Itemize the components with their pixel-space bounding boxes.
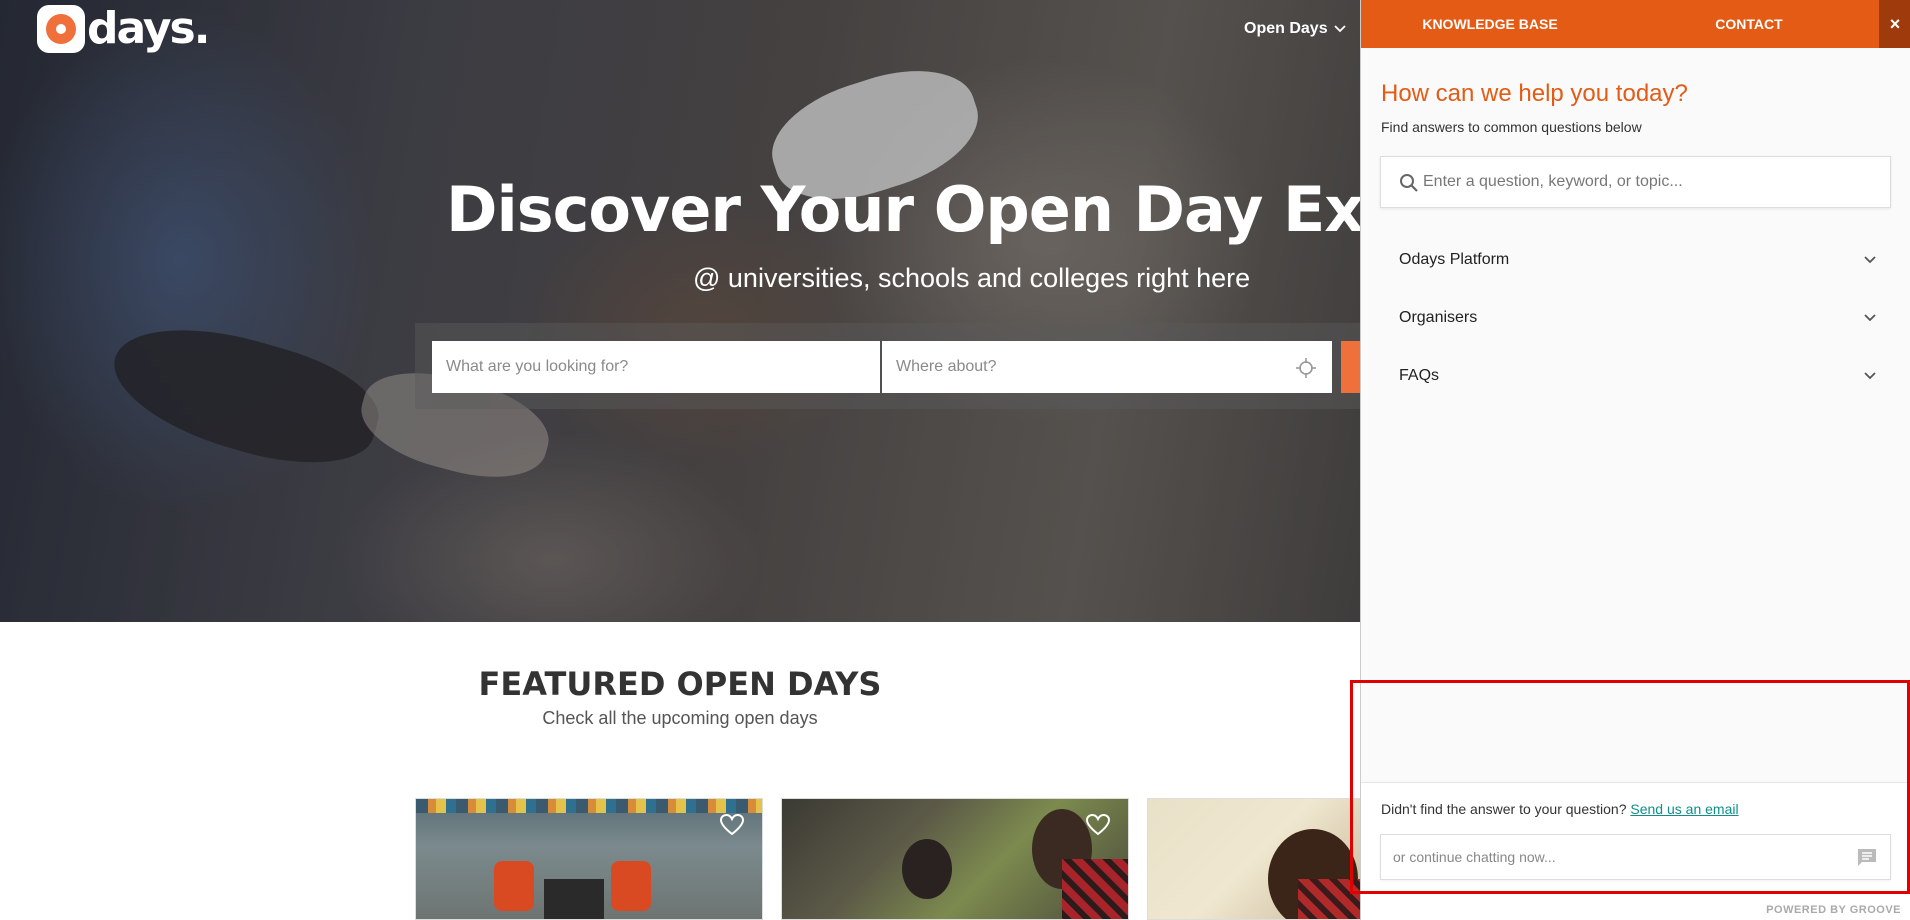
crosshair-icon[interactable] xyxy=(1295,357,1317,379)
category-faqs[interactable]: FAQs xyxy=(1399,356,1877,396)
logo-wordmark: days. xyxy=(87,3,210,54)
site-logo[interactable]: days. xyxy=(37,3,210,54)
featured-card[interactable] xyxy=(415,798,763,920)
hero-image-mirror xyxy=(100,304,390,486)
featured-card[interactable] xyxy=(1147,798,1360,920)
search-what-input[interactable] xyxy=(432,341,880,393)
help-widget-panel: KNOWLEDGE BASE CONTACT × How can we help… xyxy=(1360,0,1910,920)
featured-card[interactable] xyxy=(781,798,1129,920)
magnifier-icon xyxy=(1400,174,1418,192)
heart-outline-icon[interactable] xyxy=(1085,813,1111,837)
help-heading: How can we help you today? xyxy=(1381,80,1688,107)
nav-open-days-label: Open Days xyxy=(1244,20,1328,37)
chevron-down-icon xyxy=(1864,372,1876,380)
search-where-input[interactable] xyxy=(882,341,1332,393)
logo-mark xyxy=(37,5,85,53)
heart-outline-icon[interactable] xyxy=(719,813,745,837)
hero-banner xyxy=(0,0,1360,622)
category-label: Odays Platform xyxy=(1399,251,1510,268)
nav-open-days-menu[interactable]: Open Days xyxy=(1244,20,1346,38)
chevron-down-icon xyxy=(1864,256,1876,264)
send-email-link[interactable]: Send us an email xyxy=(1630,801,1738,817)
hero-search-bar xyxy=(415,323,1360,409)
help-subheading: Find answers to common questions below xyxy=(1381,119,1642,135)
kb-search-input[interactable] xyxy=(1423,157,1883,207)
tab-knowledge-base[interactable]: KNOWLEDGE BASE xyxy=(1361,0,1619,48)
powered-by-label: POWERED BY GROOVE xyxy=(1766,904,1901,916)
kb-search-box xyxy=(1380,156,1891,208)
category-label: Organisers xyxy=(1399,309,1478,326)
chevron-down-icon xyxy=(1864,314,1876,322)
tab-contact[interactable]: CONTACT xyxy=(1619,0,1879,48)
category-label: FAQs xyxy=(1399,367,1440,384)
chat-input-box xyxy=(1380,834,1891,880)
help-widget-tabs: KNOWLEDGE BASE CONTACT × xyxy=(1361,0,1910,48)
chat-bubble-icon[interactable] xyxy=(1856,847,1878,867)
category-odays-platform[interactable]: Odays Platform xyxy=(1399,240,1877,280)
search-submit-button[interactable] xyxy=(1341,341,1360,393)
not-found-message: Didn't find the answer to your question?… xyxy=(1381,801,1739,817)
close-button[interactable]: × xyxy=(1879,0,1910,48)
chat-input[interactable] xyxy=(1393,835,1833,879)
hero-subtitle: @ universities, schools and colleges rig… xyxy=(693,263,1251,293)
category-organisers[interactable]: Organisers xyxy=(1399,298,1877,338)
chevron-down-icon xyxy=(1333,25,1346,33)
help-footer: Didn't find the answer to your question?… xyxy=(1361,782,1910,920)
